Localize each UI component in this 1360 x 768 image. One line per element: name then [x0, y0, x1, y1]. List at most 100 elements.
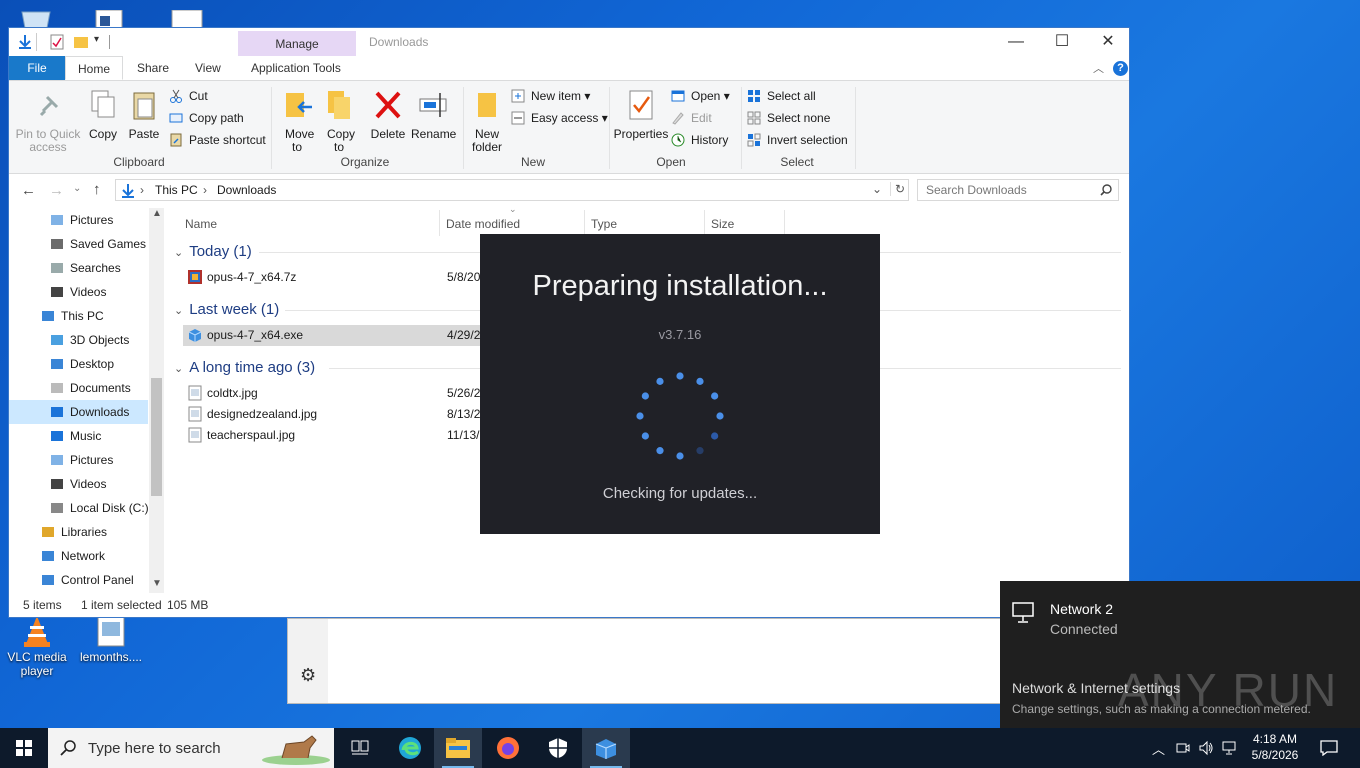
address-dropdown-icon[interactable]: ⌄: [872, 182, 882, 196]
nav-item-searches[interactable]: Searches: [51, 256, 121, 280]
help-icon[interactable]: ?: [1113, 61, 1128, 76]
gear-icon[interactable]: ⚙: [300, 665, 316, 686]
nav-item-this-pc[interactable]: This PC: [42, 304, 104, 328]
security-button[interactable]: [534, 728, 582, 768]
close-button[interactable]: ✕: [1085, 28, 1131, 56]
nav-item-libraries[interactable]: Libraries: [42, 520, 107, 544]
open-button[interactable]: Open ▾: [671, 87, 730, 105]
copy-path-button[interactable]: Copy path: [169, 109, 244, 127]
executable-file-icon: [188, 329, 202, 342]
network-tray-icon[interactable]: [1222, 740, 1238, 756]
properties-quick-icon[interactable]: [49, 34, 65, 50]
start-button[interactable]: [0, 728, 48, 768]
edit-button[interactable]: Edit: [671, 109, 712, 127]
recent-chevron-icon[interactable]: ⌄: [73, 183, 81, 194]
anyrun-watermark: ANY RUN: [1118, 664, 1339, 716]
new-item-button[interactable]: New item ▾: [511, 87, 590, 105]
volume-icon[interactable]: [1198, 740, 1214, 756]
select-all-button[interactable]: Select all: [747, 87, 816, 105]
desktop-icon-image[interactable]: lemonths....: [76, 614, 146, 664]
meet-now-icon[interactable]: [1176, 741, 1190, 755]
delete-button[interactable]: Delete: [369, 89, 407, 141]
archive-file-icon: [188, 270, 202, 284]
chevron-up-icon[interactable]: ︿: [1093, 60, 1104, 76]
nav-item-music[interactable]: Music: [51, 424, 101, 448]
firefox-button[interactable]: [484, 728, 532, 768]
folder-icon: [446, 738, 470, 758]
tab-share[interactable]: Share: [125, 56, 181, 80]
search-input[interactable]: Search Downloads: [926, 183, 1027, 197]
paste-button[interactable]: Paste: [127, 89, 161, 141]
group-header[interactable]: ⌄ A long time ago (3): [174, 357, 315, 379]
desktop-document-icon[interactable]: [92, 9, 128, 29]
clock[interactable]: 4:18 AM 5/8/2026: [1244, 731, 1306, 763]
nav-item-videos[interactable]: Videos: [51, 472, 106, 496]
breadcrumb-downloads[interactable]: Downloads: [217, 183, 276, 197]
nav-item-downloads[interactable]: Downloads: [9, 400, 148, 424]
local-disk-c-icon: [51, 503, 63, 513]
copy-button[interactable]: Copy: [87, 89, 119, 141]
group-header[interactable]: ⌄ Today (1): [174, 241, 252, 263]
move-to-button[interactable]: Move to: [279, 89, 315, 154]
maximize-button[interactable]: ☐: [1039, 28, 1085, 56]
up-arrow-icon[interactable]: ↑: [93, 181, 101, 198]
forward-arrow-icon[interactable]: →: [49, 182, 64, 199]
file-row[interactable]: coldtx.jpg 5/26/2: [183, 383, 483, 404]
nav-item-videos[interactable]: Videos: [51, 280, 106, 304]
tab-home[interactable]: Home: [65, 56, 123, 80]
rename-icon: [419, 93, 447, 117]
nav-item-pictures[interactable]: Pictures: [51, 448, 113, 472]
invert-selection-button[interactable]: Invert selection: [747, 131, 848, 149]
history-button[interactable]: History: [671, 131, 728, 149]
taskbar-search-input[interactable]: Type here to search: [88, 740, 221, 757]
network-name[interactable]: Network 2: [1050, 601, 1113, 617]
nav-item-3d-objects[interactable]: 3D Objects: [51, 328, 129, 352]
file-explorer-taskbar-button[interactable]: [434, 728, 482, 768]
tab-file[interactable]: File: [9, 56, 65, 80]
file-row[interactable]: opus-4-7_x64.7z 5/8/20: [183, 267, 483, 288]
nav-item-network[interactable]: Network: [42, 544, 105, 568]
properties-button[interactable]: Properties: [613, 89, 669, 141]
desktop-file-icon[interactable]: [170, 9, 206, 29]
pin-to-quick-access-button[interactable]: Pin to Quick access: [13, 89, 83, 154]
address-box[interactable]: › This PC › Downloads ⌄ ↻: [115, 179, 909, 201]
tab-application-tools[interactable]: Application Tools: [239, 56, 353, 80]
file-row[interactable]: designedzealand.jpg 8/13/2: [183, 404, 483, 425]
rename-button[interactable]: Rename: [411, 89, 456, 141]
desktop-recycle-bin-icon[interactable]: [18, 8, 54, 29]
minimize-button[interactable]: —: [993, 28, 1039, 56]
select-none-button[interactable]: Select none: [747, 109, 830, 127]
image-file-icon: [188, 406, 202, 422]
notifications-icon[interactable]: [1320, 740, 1338, 756]
tab-view[interactable]: View: [183, 56, 233, 80]
new-folder-quick-icon[interactable]: [73, 34, 89, 50]
nav-item-saved-games[interactable]: Saved Games: [51, 232, 146, 256]
breadcrumb-this-pc[interactable]: This PC: [155, 183, 198, 197]
taskbar-search-box[interactable]: Type here to search: [48, 728, 334, 768]
downloads-icon: [51, 407, 63, 417]
refresh-icon[interactable]: ↻: [890, 182, 905, 196]
file-row[interactable]: opus-4-7_x64.exe 4/29/2: [183, 325, 483, 346]
back-arrow-icon[interactable]: ←: [21, 182, 36, 199]
desktop-icon-vlc[interactable]: VLC media player: [2, 614, 72, 678]
chevron-down-icon[interactable]: ▾: [94, 34, 99, 45]
nav-item-control-panel[interactable]: Control Panel: [42, 568, 134, 592]
edge-button[interactable]: [386, 728, 434, 768]
cut-button[interactable]: Cut: [169, 87, 208, 105]
column-name[interactable]: Name: [185, 210, 217, 238]
nav-scrollbar[interactable]: ▲ ▼: [149, 208, 164, 593]
installer-taskbar-button[interactable]: [582, 728, 630, 768]
paste-shortcut-button[interactable]: Paste shortcut: [169, 131, 266, 149]
copy-to-button[interactable]: Copy to: [321, 89, 357, 154]
nav-item-documents[interactable]: Documents: [51, 376, 131, 400]
new-folder-button[interactable]: New folder: [469, 89, 505, 154]
nav-item-pictures[interactable]: Pictures: [51, 208, 113, 232]
nav-item-local-disk-c[interactable]: Local Disk (C:): [51, 496, 149, 520]
task-view-button[interactable]: [336, 728, 384, 768]
nav-item-desktop[interactable]: Desktop: [51, 352, 114, 376]
show-hidden-icons-chevron-icon[interactable]: ︿: [1152, 739, 1165, 758]
search-box[interactable]: Search Downloads: [917, 179, 1119, 201]
group-header[interactable]: ⌄ Last week (1): [174, 299, 279, 321]
easy-access-button[interactable]: Easy access ▾: [511, 109, 608, 127]
file-row[interactable]: teacherspaul.jpg 11/13/: [183, 425, 483, 446]
